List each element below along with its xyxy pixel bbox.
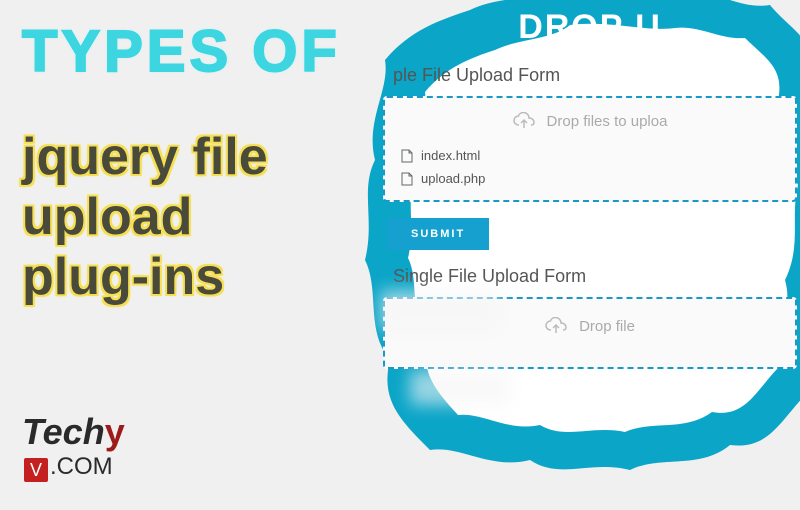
cloud-upload-icon — [545, 317, 569, 335]
logo-com: .COM — [50, 453, 113, 480]
file-name: upload.php — [421, 171, 485, 186]
file-row: upload.php — [399, 167, 781, 190]
subtitle-line-1: jquery file — [22, 130, 268, 185]
subtitle-line-3: plug-ins — [22, 250, 224, 305]
drop-hint-row: Drop files to uploa — [399, 112, 781, 130]
logo-y: y — [105, 411, 125, 452]
blur-patch — [380, 290, 500, 330]
subtitle-line-2: upload — [22, 190, 192, 245]
submit-button[interactable]: SUBMIT — [387, 218, 489, 250]
file-icon — [401, 149, 413, 163]
logo-v: V — [24, 458, 48, 482]
file-row: index.html — [399, 144, 781, 167]
drop-header: DROP U — [375, 8, 800, 47]
logo-techy: Tech — [22, 411, 105, 452]
headline-types-text: TYPES — [22, 19, 232, 84]
multiple-upload-title: ple File Upload Form — [393, 65, 800, 86]
splash-container: DROP U ple File Upload Form Drop files t… — [280, 0, 800, 510]
cloud-upload-icon — [513, 112, 537, 130]
single-drop-hint-text: Drop file — [579, 318, 635, 335]
drop-hint-text: Drop files to uploa — [547, 113, 668, 130]
file-icon — [401, 172, 413, 186]
logo: Techy V.COM — [22, 411, 125, 482]
blur-patch — [410, 370, 510, 405]
file-name: index.html — [421, 148, 480, 163]
single-upload-title: Single File Upload Form — [393, 266, 800, 287]
multiple-drop-zone[interactable]: Drop files to uploa index.html upload.ph… — [383, 96, 797, 202]
